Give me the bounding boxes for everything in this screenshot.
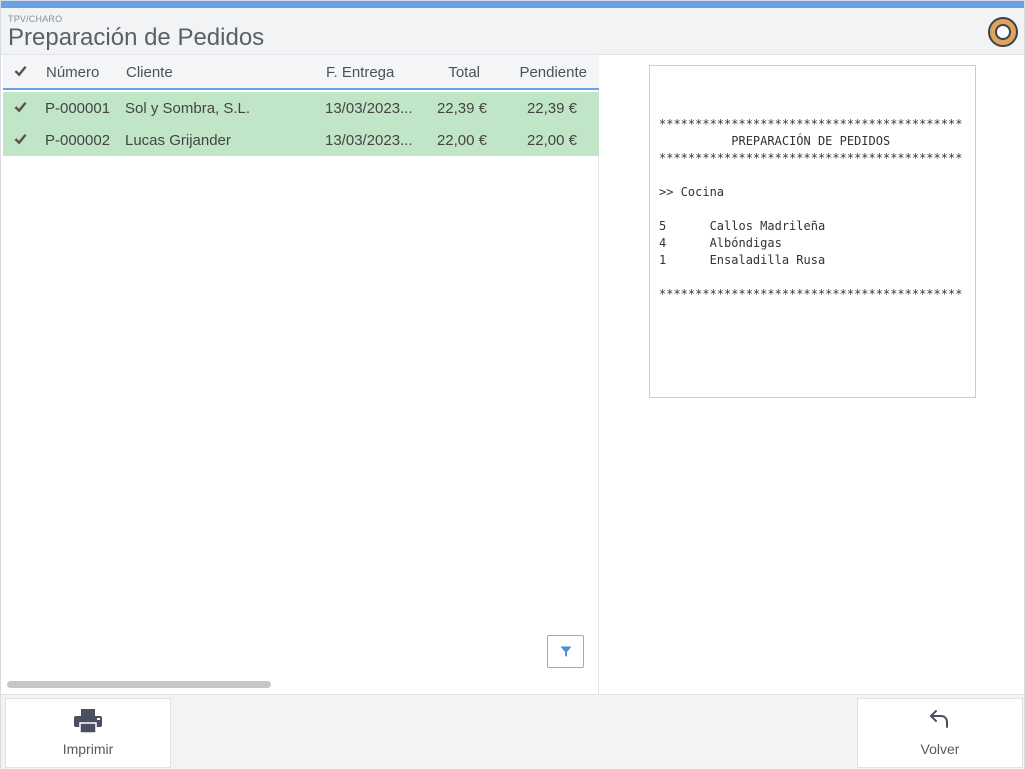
header: TPV/CHARO Preparación de Pedidos [1, 8, 1024, 55]
cell-fecha-entrega: 13/03/2023... [325, 100, 413, 117]
cell-fecha-entrega: 13/03/2023... [325, 132, 413, 149]
app-window: TPV/CHARO Preparación de Pedidos Número … [0, 0, 1025, 769]
back-button[interactable]: Volver [857, 698, 1023, 768]
column-header-cliente[interactable]: Cliente [126, 64, 173, 81]
cell-cliente: Lucas Grijander [125, 132, 231, 149]
column-header-total[interactable]: Total [448, 64, 480, 81]
ticket-preview-pane: ****************************************… [600, 55, 1024, 694]
footer-toolbar: Imprimir Volver [1, 694, 1024, 769]
column-header-numero[interactable]: Número [46, 64, 99, 81]
breadcrumb[interactable]: TPV/CHARO [8, 14, 62, 24]
cell-pendiente: 22,39 € [526, 100, 577, 117]
row-check-icon[interactable] [14, 132, 27, 145]
cell-total: 22,00 € [436, 132, 487, 149]
row-check-icon[interactable] [14, 100, 27, 113]
table-row[interactable]: P-000001 Sol y Sombra, S.L. 13/03/2023..… [3, 92, 599, 124]
horizontal-scrollbar[interactable] [7, 681, 271, 688]
check-icon[interactable] [14, 64, 27, 77]
back-button-label: Volver [920, 741, 960, 757]
orders-grid: Número Cliente F. Entrega Total Pendient… [3, 55, 599, 694]
grid-header: Número Cliente F. Entrega Total Pendient… [3, 55, 599, 90]
ticket-text: ****************************************… [659, 117, 963, 301]
ticket-preview: ****************************************… [649, 65, 976, 398]
printer-icon [74, 709, 102, 733]
cell-numero: P-000001 [45, 100, 111, 117]
column-header-pendiente[interactable]: Pendiente [519, 64, 587, 81]
column-header-fecha-entrega[interactable]: F. Entrega [326, 64, 394, 81]
page-title: Preparación de Pedidos [8, 24, 265, 51]
cell-pendiente: 22,00 € [526, 132, 577, 149]
pot-icon-body [995, 24, 1011, 40]
table-row[interactable]: P-000002 Lucas Grijander 13/03/2023... 2… [3, 124, 599, 156]
filter-button[interactable] [547, 635, 584, 668]
undo-arrow-icon [930, 710, 948, 728]
top-accent-bar [1, 1, 1024, 8]
cell-cliente: Sol y Sombra, S.L. [125, 100, 251, 117]
print-button[interactable]: Imprimir [5, 698, 171, 768]
cell-total: 22,39 € [436, 100, 487, 117]
print-button-label: Imprimir [62, 741, 114, 757]
cell-numero: P-000002 [45, 132, 111, 149]
filter-icon [560, 646, 572, 657]
pot-icon[interactable] [988, 17, 1018, 47]
